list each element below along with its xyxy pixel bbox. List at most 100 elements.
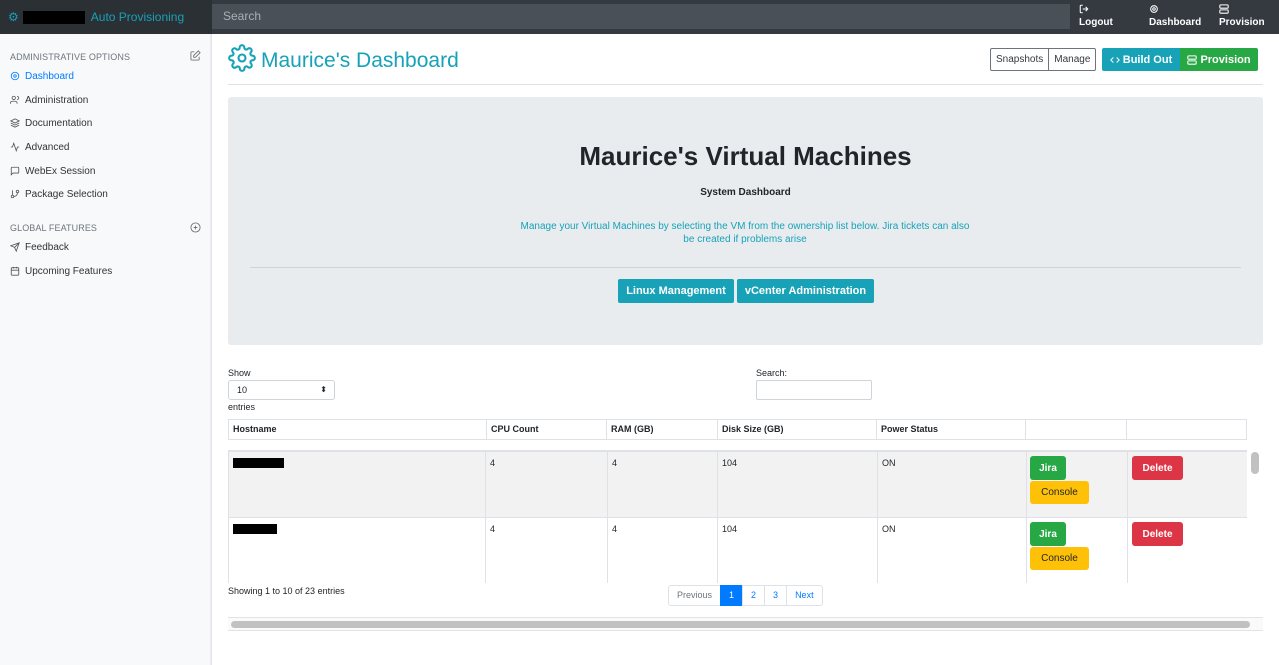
git-branch-icon [10,189,20,199]
sidebar-item-documentation[interactable]: Documentation [10,114,92,132]
gear-icon [228,44,256,72]
show-label: Show [228,368,251,378]
provision-link[interactable]: Provision [1209,0,1279,34]
nav-links: Logout Dashboard Provision [1069,0,1279,34]
sidebar-item-label: Documentation [25,117,93,129]
hostname-cell [228,518,486,583]
pagination: Previous 1 2 3 Next [668,585,823,606]
table-row: 4 4 104 ON Jira Console Delete [228,518,1247,583]
console-button[interactable]: Console [1030,547,1089,570]
sidebar-item-upcoming[interactable]: Upcoming Features [10,262,112,280]
gear-icon: ⚙ [8,10,19,24]
cpu-cell: 4 [486,518,608,583]
ram-cell: 4 [608,518,718,583]
sidebar-item-advanced[interactable]: Advanced [10,138,69,156]
vertical-scrollbar[interactable] [1251,452,1259,474]
column-header-ram[interactable]: RAM (GB) [607,420,718,439]
sidebar-item-label: Package Selection [25,188,108,200]
column-header-actions [1026,420,1127,439]
logout-label: Logout [1079,17,1113,28]
page-button-3[interactable]: 3 [764,585,788,606]
plus-circle-icon[interactable] [190,222,202,234]
console-button[interactable]: Console [1030,481,1089,504]
sidebar-item-label: Administration [25,94,89,106]
entries-label: entries [228,402,256,412]
jumbotron: Maurice's Virtual Machines System Dashbo… [228,97,1263,345]
column-header-hostname[interactable]: Hostname [229,420,487,439]
activity-icon [10,142,20,152]
page-title: Maurice's Dashboard [261,49,459,72]
delete-cell: Delete [1128,518,1247,583]
calendar-icon [10,266,20,276]
divider [228,84,1263,85]
column-header-power[interactable]: Power Status [877,420,1026,439]
search-label: Search: [756,368,788,378]
sidebar: ADMINISTRATIVE OPTIONS Dashboard Adminis… [0,34,212,665]
users-icon [10,95,20,104]
cpu-cell: 4 [486,452,608,518]
redacted-hostname [233,524,277,534]
dashboard-link[interactable]: Dashboard [1139,0,1209,34]
sidebar-item-label: Feedback [25,241,69,253]
brand[interactable]: ⚙ Auto Provisioning [0,0,212,34]
table-info: Showing 1 to 10 of 23 entries [228,586,345,596]
column-header-cpu[interactable]: CPU Count [487,420,607,439]
sidebar-item-webex[interactable]: WebEx Session [10,162,95,180]
delete-button[interactable]: Delete [1132,522,1183,546]
server-icon [1219,4,1279,15]
snapshot-manage-group: Snapshots Manage [990,48,1097,71]
vcenter-administration-button[interactable]: vCenter Administration [737,279,874,303]
top-navbar: ⚙ Auto Provisioning Search Logout Dashbo… [0,0,1279,34]
disk-cell: 104 [718,518,878,583]
disk-cell: 104 [718,452,878,518]
sidebar-item-label: Advanced [25,141,70,153]
sidebar-item-label: WebEx Session [25,165,96,177]
delete-button[interactable]: Delete [1132,456,1183,480]
entries-select[interactable]: 10 ⬍ [228,380,335,400]
build-out-label: Build Out [1122,53,1173,66]
divider [250,267,1241,268]
next-page-button[interactable]: Next [786,585,823,606]
sidebar-item-administration[interactable]: Administration [10,91,88,109]
chevron-updown-icon: ⬍ [320,385,327,394]
linux-management-button[interactable]: Linux Management [618,279,734,303]
provision-label: Provision [1219,17,1265,28]
sidebar-item-feedback[interactable]: Feedback [10,238,69,256]
settings-icon [10,71,20,81]
sidebar-item-package[interactable]: Package Selection [10,185,108,203]
power-cell: ON [878,452,1027,518]
layers-icon [10,118,20,128]
send-icon [10,242,20,252]
edit-icon[interactable] [190,50,202,62]
redacted-brand-name [22,10,85,24]
sidebar-item-label: Upcoming Features [25,265,113,277]
brand-text: Auto Provisioning [90,10,185,24]
page-button-2[interactable]: 2 [742,585,766,606]
provision-button[interactable]: Provision [1180,48,1258,71]
server-icon [1187,54,1198,65]
horizontal-scrollbar[interactable] [231,621,1250,628]
gear-icon [1149,4,1209,15]
jira-button[interactable]: Jira [1030,456,1066,480]
entries-select-value: 10 [237,385,248,395]
hostname-cell [228,452,486,518]
actions-cell: Jira Console [1027,452,1128,518]
manage-button[interactable]: Manage [1049,48,1097,71]
search-input[interactable]: Search [212,4,1070,29]
delete-cell: Delete [1128,452,1247,518]
previous-page-button[interactable]: Previous [668,585,722,606]
column-header-disk[interactable]: Disk Size (GB) [718,420,877,439]
logout-link[interactable]: Logout [1069,0,1139,34]
table-body: 4 4 104 ON Jira Console Delete 4 4 104 O… [228,450,1247,583]
code-icon [1109,56,1120,63]
redacted-hostname [233,458,284,468]
sidebar-item-dashboard[interactable]: Dashboard [10,67,74,85]
power-cell: ON [878,518,1027,583]
logout-icon [1079,4,1139,15]
snapshots-button[interactable]: Snapshots [990,48,1050,71]
jira-button[interactable]: Jira [1030,522,1066,546]
build-out-button[interactable]: Build Out [1102,48,1180,71]
page-button-1[interactable]: 1 [720,585,744,606]
table-search-input[interactable] [756,380,872,400]
jumbotron-title: Maurice's Virtual Machines [579,141,912,171]
